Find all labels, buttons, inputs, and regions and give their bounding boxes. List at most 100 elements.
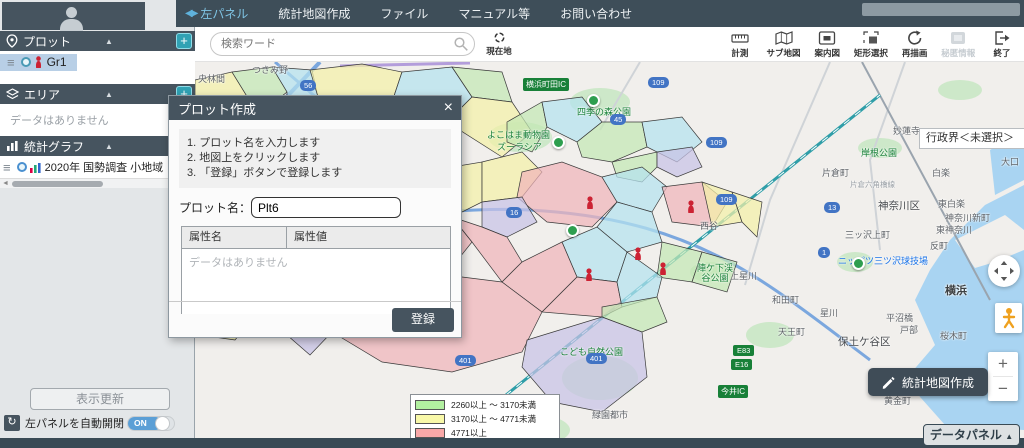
plot-section-header[interactable]: プロット ▲ + [0, 31, 195, 51]
plot-marker[interactable] [658, 262, 668, 276]
map-label: 星川 [820, 308, 839, 318]
list-icon[interactable]: ≡ [3, 160, 11, 175]
dialog-header[interactable]: プロット作成 × [169, 96, 461, 120]
zoom-in-button[interactable]: + [988, 352, 1018, 376]
map-label: 反町 [930, 241, 949, 251]
plot-marker[interactable] [584, 268, 594, 282]
mini-chart-icon [29, 162, 41, 173]
graph-item-2020[interactable]: ≡ 2020年 国勢調査 小地域 [0, 158, 195, 176]
tab-contact[interactable]: お問い合わせ [560, 5, 632, 22]
tool-button-group: 計測 サブ地図 案内図 矩形選択 再描画 秘匿情報 終了 [718, 27, 1024, 62]
data-panel-label: データパネル [929, 428, 1002, 442]
map-label-park: 岸根公園 [861, 148, 898, 158]
park-poi-icon [587, 94, 600, 107]
search-input[interactable] [210, 32, 475, 56]
legend-swatch [415, 428, 445, 438]
redraw-button[interactable]: 再描画 [893, 27, 937, 62]
map-label: 緑園都市 [592, 410, 629, 420]
measure-label: 計測 [731, 48, 749, 58]
tab-left-panel-label: 左パネル [200, 7, 249, 21]
map-label: 戸部 [900, 325, 919, 335]
toggle-knob[interactable] [155, 415, 170, 431]
submap-label: サブ地図 [766, 48, 801, 58]
map-label: 片倉町 [822, 168, 850, 178]
plot-marker[interactable] [633, 247, 643, 261]
collapse-icon[interactable]: ▲ [105, 142, 113, 151]
route-shield-exp: E16 [731, 359, 753, 370]
zoom-out-button[interactable]: − [988, 377, 1018, 401]
panel-arrows-icon: ◀▶ [185, 8, 198, 19]
legend-label: 2260以上 ～ 3170未満 [451, 400, 537, 410]
visibility-toggle-icon[interactable] [16, 162, 27, 172]
plot-name-label: プロット名： [179, 201, 252, 215]
plot-item-gr1[interactable]: ≡ Gr1 [0, 53, 195, 71]
user-avatar-button[interactable] [2, 2, 145, 31]
map-label: 桜木町 [940, 331, 968, 341]
confidential-icon [951, 32, 966, 44]
map-label-ward: 神奈川区 [878, 200, 920, 212]
auto-collapse-label: 左パネルを自動開閉 [25, 418, 124, 430]
redraw-label: 再描画 [901, 48, 928, 58]
plot-name-input[interactable] [251, 197, 402, 218]
submap-icon [774, 31, 793, 45]
legend-swatch [415, 414, 445, 424]
search-icon[interactable] [453, 36, 469, 52]
submap-button[interactable]: サブ地図 [762, 27, 806, 62]
refresh-display-button[interactable]: 表示更新 [30, 388, 170, 410]
tab-create-statmap[interactable]: 統計地図作成 [278, 5, 350, 22]
area-section-title: エリア [24, 87, 61, 102]
collapse-icon[interactable]: ▲ [105, 90, 113, 99]
legend-swatch [415, 400, 445, 410]
plot-list: ≡ Gr1 [0, 51, 195, 84]
avatar-icon [66, 7, 77, 18]
list-icon[interactable]: ≡ [7, 55, 15, 70]
pan-control[interactable] [988, 255, 1020, 287]
street-view-pegman[interactable] [995, 303, 1022, 333]
instruction-step: 1. プロット名を入力します [187, 137, 321, 149]
crosshair-icon [494, 32, 504, 43]
tab-left-panel[interactable]: ◀▶ 左パネル [185, 5, 248, 22]
route-shield: 401 [586, 353, 607, 364]
route-shield: 401 [455, 355, 476, 366]
plot-marker[interactable] [585, 196, 595, 210]
route-shield: 56 [300, 80, 317, 91]
exit-label: 終了 [993, 48, 1011, 58]
admin-boundary-value: 行政界＜未選択＞ [926, 132, 1014, 144]
create-statmap-button[interactable]: 統計地図作成 [868, 368, 988, 396]
area-list: データはありません [0, 104, 195, 136]
bottom-bar [0, 438, 1024, 448]
plot-section-title: プロット [23, 34, 72, 49]
overview-map-button[interactable]: 案内図 [805, 27, 849, 62]
admin-boundary-select[interactable]: 行政界＜未選択＞ ▼ [919, 128, 1024, 149]
data-panel-button[interactable]: データパネル ▲ [923, 424, 1020, 446]
graph-section-title: 統計グラフ [24, 139, 85, 154]
route-shield-exp: E83 [733, 345, 755, 356]
refresh-icon[interactable]: ↻ [4, 415, 20, 431]
auto-collapse-toggle[interactable]: ON [127, 415, 175, 431]
visibility-toggle-icon[interactable] [20, 57, 31, 67]
rect-select-button[interactable]: 矩形選択 [849, 27, 893, 62]
close-icon[interactable]: × [444, 100, 453, 116]
park-poi-icon [552, 136, 565, 149]
scrollbar-thumb[interactable] [12, 181, 103, 187]
measure-button[interactable]: 計測 [718, 27, 762, 62]
tab-file[interactable]: ファイル [380, 5, 428, 22]
graph-list: ≡ 2020年 国勢調査 小地域 [0, 156, 195, 178]
route-shield: 109 [716, 194, 737, 205]
horizontal-scrollbar[interactable]: ◄ [0, 178, 195, 188]
map-label: 天王町 [778, 327, 806, 337]
auto-collapse-row: ↻ 左パネルを自動開閉 ON [4, 414, 175, 432]
register-button[interactable]: 登録 [392, 308, 454, 332]
current-location-button[interactable]: 現在地 [481, 29, 517, 57]
area-section-header[interactable]: エリア ▲ + [0, 84, 195, 104]
plot-name-row: プロット名： [179, 197, 451, 218]
chevron-up-icon: ▲ [1005, 432, 1014, 441]
add-plot-button[interactable]: + [176, 33, 192, 49]
collapse-icon[interactable]: ▲ [105, 37, 113, 46]
dialog-footer: 登録 [169, 301, 461, 337]
exit-button[interactable]: 終了 [980, 27, 1024, 62]
tab-manual[interactable]: マニュアル等 [458, 5, 530, 22]
plot-marker[interactable] [686, 200, 696, 214]
scroll-left-icon[interactable]: ◄ [2, 180, 9, 187]
graph-section-header[interactable]: 統計グラフ ▲ [0, 136, 195, 156]
